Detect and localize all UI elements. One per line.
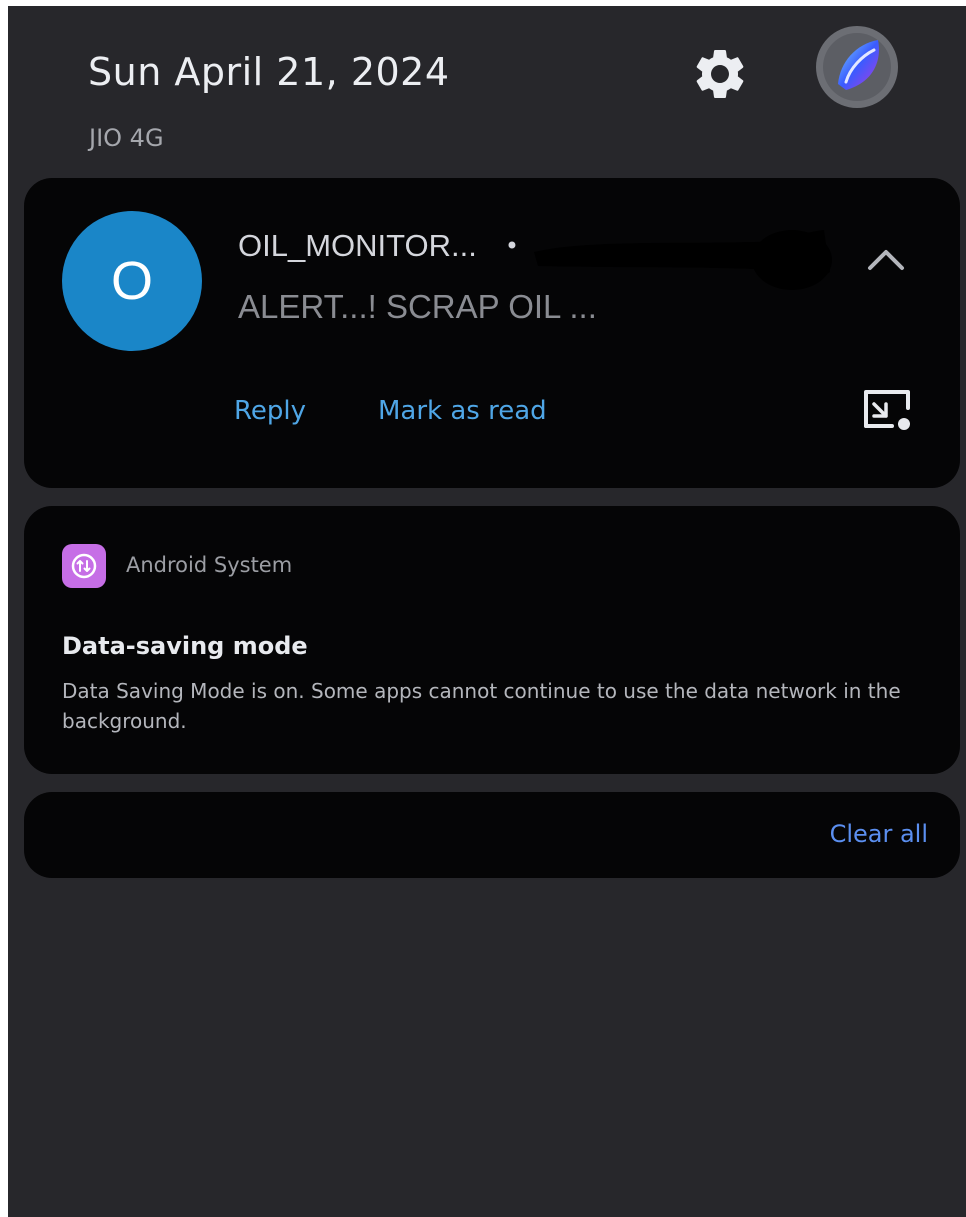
data-saver-icon — [71, 553, 97, 579]
separator-dot: • — [504, 232, 520, 260]
reply-button[interactable]: Reply — [234, 396, 306, 426]
notification-body: Data Saving Mode is on. Some apps cannot… — [62, 679, 901, 733]
clear-all-bar: Clear all — [24, 792, 960, 878]
sender-avatar-letter: O — [110, 251, 153, 311]
mark-as-read-button[interactable]: Mark as read — [378, 396, 547, 426]
avatar[interactable] — [816, 26, 898, 108]
gear-icon[interactable] — [690, 44, 750, 104]
chevron-up-icon[interactable] — [862, 236, 910, 284]
app-name: Android System — [126, 553, 293, 577]
date-label: Sun April 21, 2024 — [88, 50, 450, 94]
redaction-scribble — [534, 230, 832, 290]
carrier-label: JIO 4G — [89, 124, 164, 152]
sender-row: OIL_MONITOR... • — [238, 228, 519, 264]
pop-out-window-icon[interactable] — [860, 386, 914, 434]
user-avatar-icon — [823, 33, 891, 101]
message-notification-card[interactable]: O OIL_MONITOR... • ALERT...! SCRAP OIL .… — [24, 178, 960, 488]
message-preview: ALERT...! SCRAP OIL ... — [238, 288, 597, 325]
sender-avatar: O — [62, 211, 202, 351]
notification-title: Data-saving mode — [62, 632, 308, 660]
sender-name: OIL_MONITOR... — [238, 228, 477, 263]
system-notification-card[interactable]: Android System Data-saving mode Data Sav… — [24, 506, 960, 774]
notification-shade: Sun April 21, 2024 JIO 4G O OIL_MONITOR.… — [8, 6, 966, 1217]
data-saver-app-icon — [62, 544, 106, 588]
clear-all-button[interactable]: Clear all — [830, 820, 928, 848]
